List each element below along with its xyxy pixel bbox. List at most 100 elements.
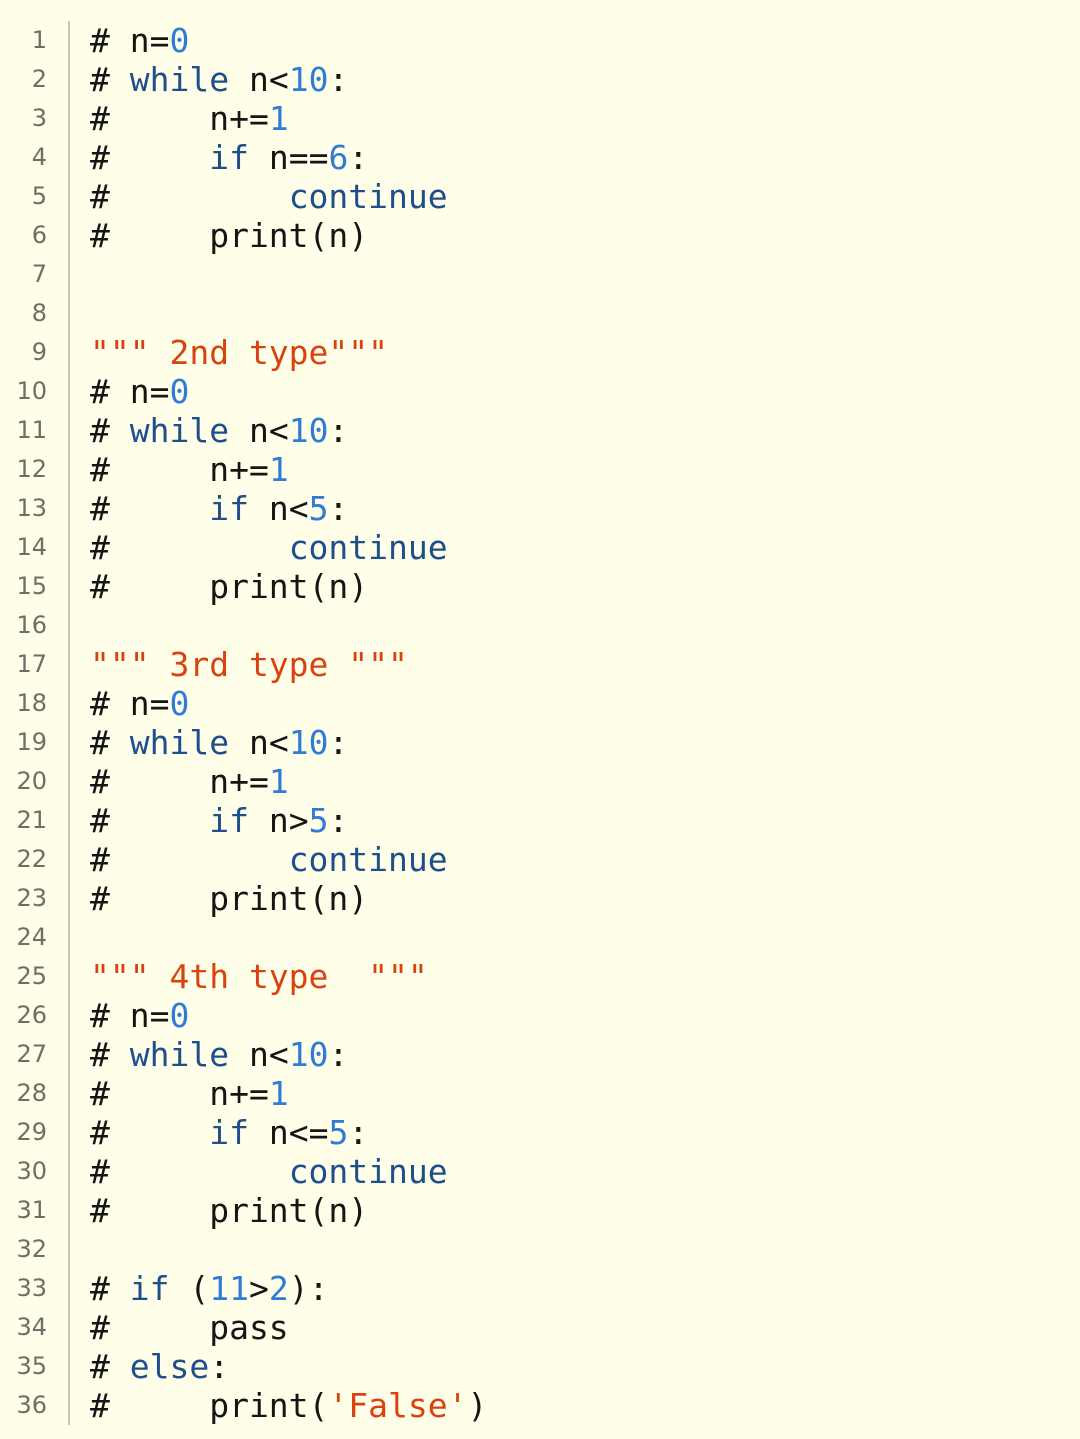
number-token: 10 [288,1035,329,1074]
line-code: # n=0 [90,996,189,1035]
number-token: 6 [328,138,349,177]
code-line[interactable]: 20 # n+=1 [0,762,1080,801]
number-token: 5 [308,801,329,840]
code-line[interactable]: 12 # n+=1 [0,450,1080,489]
string-token: """ 3rd type """ [90,645,408,684]
text-token: n< [229,723,289,762]
code-line[interactable]: 15 # print(n) [0,567,1080,606]
text-token: n<= [248,1113,329,1152]
text-token: # [90,1035,130,1074]
code-editor[interactable]: 1 # n=0 2 # while n<10: 3 # n+=1 4 # if n==6: 5 #… [0,21,1080,1425]
line-number: 1 [31,26,47,54]
code-line[interactable]: 27 # while n<10: [0,1035,1080,1074]
number-token: 1 [268,99,289,138]
text-token: # n+= [90,1074,269,1113]
line-number: 18 [16,689,47,717]
code-line[interactable]: 32 [0,1230,1080,1269]
code-line[interactable]: 8 [0,294,1080,333]
code-line[interactable]: 3 # n+=1 [0,99,1080,138]
text-token: # print(n) [90,879,369,918]
code-line[interactable]: 6 # print(n) [0,216,1080,255]
text-token: # [90,1113,210,1152]
line-code: # continue [90,528,448,567]
number-token: 10 [288,60,329,99]
line-number: 32 [16,1235,47,1263]
number-token: 10 [288,723,329,762]
keyword-token: continue [288,840,448,879]
text-token: ( [169,1269,210,1308]
number-token: 1 [268,1074,289,1113]
code-line[interactable]: 18 # n=0 [0,684,1080,723]
line-code: """ 3rd type """ [90,645,408,684]
code-line[interactable]: 31 # print(n) [0,1191,1080,1230]
text-token: # n+= [90,450,269,489]
text-token: # n= [90,684,170,723]
code-line[interactable]: 5 # continue [0,177,1080,216]
code-line[interactable]: 2 # while n<10: [0,60,1080,99]
line-number: 3 [31,104,47,132]
code-line[interactable]: 30 # continue [0,1152,1080,1191]
code-line[interactable]: 11 # while n<10: [0,411,1080,450]
text-token: # [90,1152,289,1191]
line-number: 11 [16,416,47,444]
code-line[interactable]: 14 # continue [0,528,1080,567]
line-code: """ 4th type """ [90,957,428,996]
code-line[interactable]: 24 [0,918,1080,957]
code-line[interactable]: 1 # n=0 [0,21,1080,60]
line-code: # while n<10: [90,60,348,99]
code-line[interactable]: 28 # n+=1 [0,1074,1080,1113]
line-code: # n+=1 [90,762,289,801]
code-line[interactable]: 19 # while n<10: [0,723,1080,762]
text-token: ) [467,1386,488,1425]
text-token: : [348,138,369,177]
code-line[interactable]: 34 # pass [0,1308,1080,1347]
keyword-token: continue [288,528,448,567]
code-line[interactable]: 33 # if (11>2): [0,1269,1080,1308]
code-line[interactable]: 9 """ 2nd type""" [0,333,1080,372]
code-line[interactable]: 26 # n=0 [0,996,1080,1035]
code-line[interactable]: 10 # n=0 [0,372,1080,411]
number-token: 10 [288,411,329,450]
line-code: # if n==6: [90,138,368,177]
line-number: 30 [16,1157,47,1185]
line-code: # continue [90,1152,448,1191]
line-code: # while n<10: [90,1035,348,1074]
code-line[interactable]: 29 # if n<=5: [0,1113,1080,1152]
line-code: # if n>5: [90,801,348,840]
text-token: n< [229,411,289,450]
code-line[interactable]: 13 # if n<5: [0,489,1080,528]
code-line[interactable]: 36 # print('False') [0,1386,1080,1425]
text-token: # n= [90,996,170,1035]
line-code: # continue [90,177,448,216]
line-code: # print(n) [90,216,368,255]
text-token: # [90,1347,130,1386]
line-code: # continue [90,840,448,879]
line-number: 23 [16,884,47,912]
line-number: 13 [16,494,47,522]
code-line[interactable]: 16 [0,606,1080,645]
text-token: n< [248,489,309,528]
number-token: 11 [209,1269,249,1308]
keyword-token: if [209,1113,249,1152]
code-line[interactable]: 35 # else: [0,1347,1080,1386]
code-line[interactable]: 25 """ 4th type """ [0,957,1080,996]
number-token: 5 [308,489,329,528]
text-token: : [328,489,349,528]
text-token: # n+= [90,99,269,138]
code-line[interactable]: 17 """ 3rd type """ [0,645,1080,684]
text-token: n< [229,1035,289,1074]
number-token: 0 [169,684,190,723]
line-code: # pass [90,1308,289,1347]
line-number: 15 [16,572,47,600]
line-number: 21 [16,806,47,834]
code-line[interactable]: 22 # continue [0,840,1080,879]
code-line[interactable]: 7 [0,255,1080,294]
number-token: 5 [328,1113,349,1152]
code-line[interactable]: 4 # if n==6: [0,138,1080,177]
line-number: 26 [16,1001,47,1029]
keyword-token: while [129,723,230,762]
code-line[interactable]: 23 # print(n) [0,879,1080,918]
code-line[interactable]: 21 # if n>5: [0,801,1080,840]
string-token: 'False' [328,1386,468,1425]
text-token: n> [248,801,309,840]
